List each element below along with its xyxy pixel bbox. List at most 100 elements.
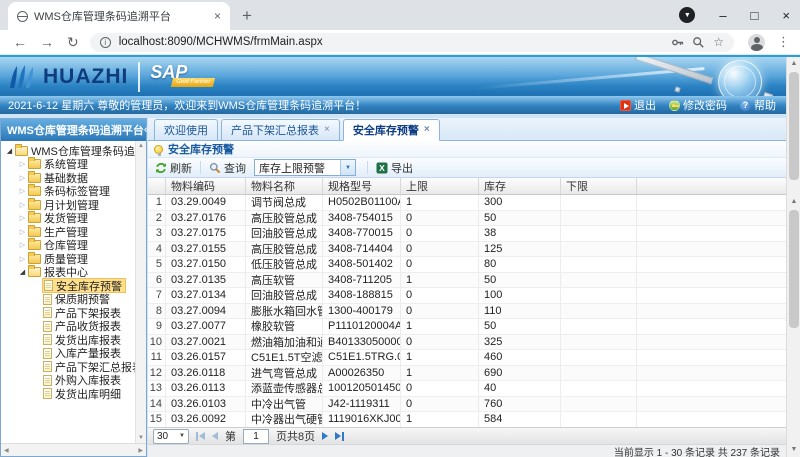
bookmark-star-icon[interactable]: ☆ [713, 36, 724, 48]
column-header[interactable]: 上限 [401, 178, 479, 194]
collapsed-arrow-icon[interactable]: ▷ [17, 201, 28, 209]
warning-type-select[interactable]: 库存上限预警 ▼ [254, 159, 356, 176]
report-icon [43, 321, 52, 332]
collapsed-arrow-icon[interactable]: ▷ [17, 214, 28, 222]
next-page-button[interactable] [322, 432, 328, 440]
change-password-button[interactable]: 修改密码 [669, 97, 727, 113]
help-button[interactable]: ? 帮助 [740, 97, 776, 113]
table-row[interactable]: 303.27.0175回油胶管总成3408-770015038 [148, 226, 786, 242]
forward-icon[interactable]: → [40, 35, 54, 49]
row-number: 12 [148, 366, 166, 381]
tab-0[interactable]: 欢迎使用 [154, 119, 218, 140]
scroll-down-icon[interactable]: ▼ [138, 435, 144, 441]
logout-button[interactable]: 退出 [620, 97, 656, 113]
table-row[interactable]: 1303.26.0113添蓝壶传感器总成100120501450AB0A040 [148, 381, 786, 397]
scroll-up-icon[interactable]: ▲ [138, 143, 144, 149]
folder-icon [28, 254, 41, 264]
browser-tab[interactable]: WMS仓库管理条码追溯平台 × [8, 2, 230, 30]
export-button[interactable]: X 导出 [376, 160, 413, 176]
table-row[interactable]: 503.27.0150低压胶管总成3408-501402080 [148, 257, 786, 273]
first-page-button[interactable] [196, 432, 205, 441]
scroll-down-icon[interactable]: ▼ [788, 444, 800, 456]
column-header[interactable]: 库存 [479, 178, 561, 194]
last-page-button[interactable] [335, 432, 344, 441]
table-row[interactable]: 903.27.0077橡胶软管P1110120004A0150 [148, 319, 786, 335]
reload-icon[interactable]: ↻ [67, 35, 79, 49]
cell-filler [637, 381, 786, 396]
column-header[interactable]: 物料编码 [166, 178, 246, 194]
column-header[interactable]: 规格型号 [323, 178, 401, 194]
query-button[interactable]: 查询 [209, 160, 246, 176]
table-row[interactable]: 403.27.0155高压胶管总成3408-7144040125 [148, 242, 786, 258]
sidebar-header: WMS仓库管理条码追溯平台 « [1, 119, 146, 141]
column-header[interactable]: 下限 [561, 178, 637, 194]
cell: 460 [479, 350, 561, 365]
expanded-arrow-icon[interactable]: ◢ [4, 147, 15, 155]
profile-chevron-icon[interactable]: ▼ [679, 7, 695, 23]
collapsed-arrow-icon[interactable]: ▷ [17, 160, 28, 168]
password-key-icon[interactable] [671, 36, 684, 49]
scroll-right-icon[interactable]: ▶ [138, 447, 143, 454]
table-row[interactable]: 1503.26.0092中冷器出气硬管总成1119016XKJ00A1584 [148, 412, 786, 427]
back-icon[interactable]: ← [13, 35, 27, 49]
table-row[interactable]: 203.27.0176高压胶管总成3408-754015050 [148, 211, 786, 227]
collapsed-arrow-icon[interactable]: ▷ [17, 241, 28, 249]
grid-scroll-up-icon[interactable]: ▲ [788, 196, 800, 208]
collapsed-arrow-icon[interactable]: ▷ [17, 228, 28, 236]
column-header[interactable]: 物料名称 [246, 178, 323, 194]
cell: 高压胶管总成 [246, 211, 323, 226]
table-row[interactable]: 1203.26.0118进气弯管总成A000263501690 [148, 366, 786, 382]
report-icon [43, 334, 52, 345]
maximize-button[interactable]: □ [751, 9, 759, 22]
tab-close-icon[interactable]: × [324, 125, 330, 135]
collapsed-arrow-icon[interactable]: ▷ [17, 174, 28, 182]
scroll-up-icon[interactable]: ▲ [788, 58, 800, 70]
prev-page-button[interactable] [212, 432, 218, 440]
cell: 110 [479, 304, 561, 319]
tab-close-icon[interactable]: × [424, 125, 430, 135]
sidebar-tree: ◢WMS仓库管理条码追溯系统▷系统管理▷基础数据▷条码标签管理▷月计划管理▷发货… [1, 141, 146, 443]
grid-scrollbar-thumb[interactable] [789, 210, 799, 328]
tree-item[interactable]: 发货出库明细 [1, 387, 146, 401]
page-scrollbar[interactable]: ▲ ▲ ▼ [786, 57, 800, 457]
chevron-down-icon[interactable]: ▼ [340, 160, 355, 175]
screen: WMS仓库管理条码追溯平台 × + ▼ – □ × ← → ↻ i localh… [0, 0, 800, 457]
close-window-button[interactable]: × [782, 9, 790, 22]
page-size-select[interactable]: 30 ▼ [153, 429, 189, 444]
tree-vertical-scrollbar[interactable]: ▲ ▼ [135, 141, 146, 443]
table-row[interactable]: 703.27.0134回油胶管总成3408-1888150100 [148, 288, 786, 304]
page-number-input[interactable]: 1 [243, 429, 269, 444]
address-bar[interactable]: i localhost:8090/MCHWMS/frmMain.aspx ☆ [90, 33, 734, 52]
site-info-icon[interactable]: i [100, 37, 111, 48]
tab-2[interactable]: 安全库存预警× [343, 119, 440, 141]
expanded-arrow-icon[interactable]: ◢ [17, 268, 28, 276]
table-row[interactable]: 1103.26.0157C51E1.5T空滤器出气管C51E1.5TRG.0(A… [148, 350, 786, 366]
cell-filler [637, 257, 786, 272]
cell-filler [637, 412, 786, 427]
table-row[interactable]: 103.29.0049调节阀总成H0502B01100A01300 [148, 195, 786, 211]
table-row[interactable]: 603.27.0135高压软管3408-711205150 [148, 273, 786, 289]
cell: 325 [479, 335, 561, 350]
avatar[interactable] [748, 34, 765, 51]
tab-close-icon[interactable]: × [214, 10, 221, 22]
collapsed-arrow-icon[interactable]: ▷ [17, 255, 28, 263]
new-tab-button[interactable]: + [234, 3, 260, 29]
cell: 1 [401, 412, 479, 427]
cell: B40133050000AA [323, 335, 401, 350]
scrollbar-thumb[interactable] [789, 72, 799, 180]
refresh-button[interactable]: 刷新 [155, 160, 192, 176]
table-row[interactable]: 803.27.0094膨胀水箱回水管总成1300-4001790110 [148, 304, 786, 320]
scroll-left-icon[interactable]: ◀ [4, 447, 9, 454]
browser-menu-icon[interactable]: ⋮ [777, 34, 790, 50]
table-row[interactable]: 1403.26.0103中冷出气管J42-11193110760 [148, 397, 786, 413]
minimize-button[interactable]: – [719, 9, 726, 22]
table-row[interactable]: 1003.27.0021燃油箱加油和通风软管B40133050000AA0325 [148, 335, 786, 351]
tab-1[interactable]: 产品下架汇总报表× [221, 119, 340, 140]
tree-horizontal-scrollbar[interactable]: ◀ ▶ [1, 443, 146, 456]
collapsed-arrow-icon[interactable]: ▷ [17, 187, 28, 195]
zoom-icon[interactable] [692, 36, 705, 49]
cell: 03.26.0103 [166, 397, 246, 412]
folder-icon [28, 200, 41, 210]
row-number: 10 [148, 335, 166, 350]
url-text[interactable]: localhost:8090/MCHWMS/frmMain.aspx [119, 36, 664, 48]
